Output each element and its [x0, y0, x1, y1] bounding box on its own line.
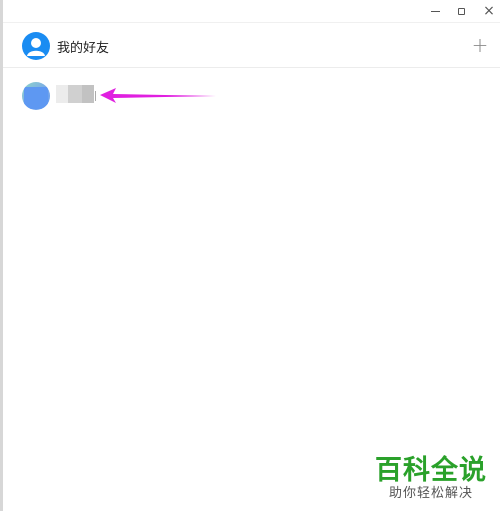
- friend-name-blurred: [56, 85, 96, 103]
- user-avatar-icon: [22, 32, 50, 60]
- page-title: 我的好友: [57, 41, 110, 56]
- title-bar: ×: [3, 0, 500, 22]
- close-icon: ×: [483, 3, 495, 19]
- arrow-annotation: [100, 88, 216, 103]
- friend-list-item[interactable]: [18, 80, 98, 112]
- blur-pixel: [68, 85, 82, 103]
- blur-pixel: [95, 91, 96, 101]
- friends-header: 我的好友 +: [3, 22, 500, 68]
- close-button[interactable]: ×: [474, 0, 500, 22]
- watermark-tagline: 助你轻松解决: [388, 486, 473, 501]
- pointer-arrow-icon: [100, 88, 216, 103]
- add-friend-button[interactable]: +: [468, 33, 492, 57]
- watermark: 百科全说 助你轻松解决: [370, 448, 492, 504]
- plus-icon: +: [471, 33, 489, 57]
- blur-pixel: [56, 85, 68, 103]
- avatar-blurred-block: [24, 87, 48, 109]
- minimize-icon: [430, 10, 440, 12]
- maximize-icon: [457, 7, 465, 15]
- user-silhouette-icon: [27, 38, 45, 56]
- maximize-button[interactable]: [446, 0, 476, 22]
- window-left-border: [0, 0, 3, 511]
- friend-avatar: [22, 82, 50, 110]
- blur-pixel: [82, 85, 94, 103]
